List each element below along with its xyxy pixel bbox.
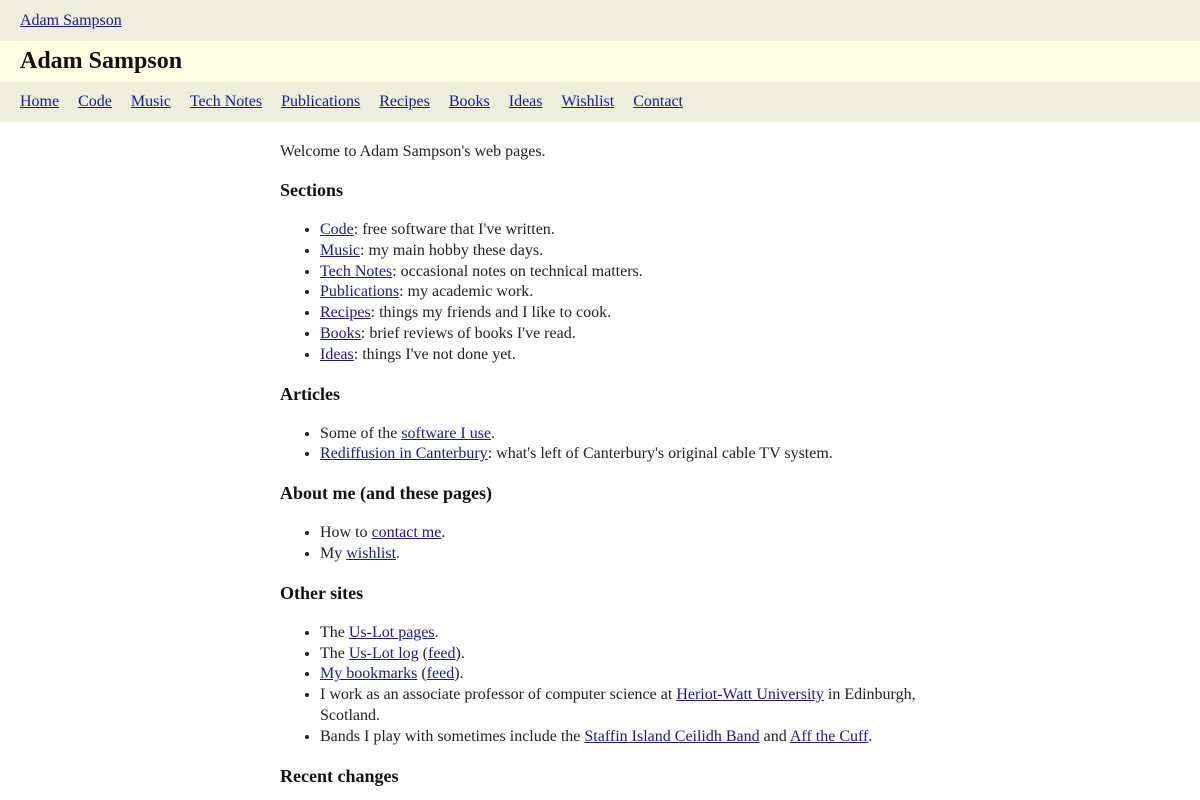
bookmarks-link[interactable]: My bookmarks (320, 665, 417, 682)
articles-heading: Articles (280, 383, 340, 404)
aff-the-cuff-link[interactable]: Aff the Cuff (790, 728, 869, 745)
main-content: Welcome to Adam Sampson's web pages. Sec… (280, 122, 930, 788)
section-link-books[interactable]: Books (320, 325, 361, 342)
contact-link[interactable]: contact me (372, 524, 442, 541)
heriot-watt-link[interactable]: Heriot-Watt University (676, 686, 824, 703)
item-text: Bands I play with sometimes include the (320, 727, 585, 745)
title-bar: Adam Sampson (0, 41, 1200, 82)
item-text: The (320, 623, 349, 641)
nav-wishlist[interactable]: Wishlist (562, 93, 615, 111)
other-sites-list: The Us-Lot pages. The Us-Lot log (feed).… (280, 623, 930, 748)
section-desc: : my main hobby these days. (360, 241, 544, 259)
list-item: How to contact me. (320, 523, 930, 544)
item-text: I work as an associate professor of comp… (320, 686, 677, 704)
list-item: Code: free software that I've written. (320, 220, 930, 241)
wishlist-link[interactable]: wishlist (346, 545, 396, 562)
item-text: and (759, 727, 790, 745)
item-text: . (491, 424, 496, 442)
section-link-tech-notes[interactable]: Tech Notes (320, 263, 392, 280)
section-link-publications[interactable]: Publications (320, 283, 399, 300)
sections-list: Code: free software that I've written. M… (280, 220, 930, 366)
sections-heading: Sections (280, 180, 343, 200)
item-text: My (320, 544, 347, 562)
nav-home[interactable]: Home (20, 93, 59, 111)
list-item: The Us-Lot log (feed). (320, 644, 930, 665)
nav-music[interactable]: Music (131, 93, 171, 111)
nav-bar: Home Code Music Tech Notes Publications … (0, 82, 1200, 122)
rediffusion-link[interactable]: Rediffusion in Canterbury (320, 445, 488, 462)
item-text: . (868, 727, 873, 745)
uslot-log-link[interactable]: Us-Lot log (349, 645, 419, 662)
list-item: My bookmarks (feed). (320, 664, 930, 685)
list-item: Tech Notes: occasional notes on technica… (320, 262, 930, 283)
top-bar: Adam Sampson (0, 0, 1200, 41)
item-text: ( (418, 644, 428, 662)
item-text: : what's left of Canterbury's original c… (487, 445, 833, 463)
staffin-band-link[interactable]: Staffin Island Ceilidh Band (584, 728, 759, 745)
articles-list: Some of the software I use. Rediffusion … (280, 424, 930, 466)
nav-tech-notes[interactable]: Tech Notes (190, 93, 262, 111)
nav-ideas[interactable]: Ideas (509, 93, 543, 111)
list-item: Recipes: things my friends and I like to… (320, 303, 930, 324)
item-text: Some of the (320, 424, 402, 442)
section-link-music[interactable]: Music (320, 242, 360, 259)
uslot-pages-link[interactable]: Us-Lot pages (349, 624, 435, 641)
item-text: ). (454, 665, 464, 683)
about-list: How to contact me. My wishlist. (280, 523, 930, 565)
site-home-link[interactable]: Adam Sampson (20, 12, 122, 30)
about-heading: About me (and these pages) (280, 483, 493, 504)
nav-contact[interactable]: Contact (633, 93, 683, 111)
recent-changes-heading: Recent changes (280, 765, 399, 786)
list-item: Rediffusion in Canterbury: what's left o… (320, 444, 930, 465)
nav-recipes[interactable]: Recipes (379, 93, 430, 111)
section-desc: : free software that I've written. (353, 221, 555, 238)
section-desc: : occasional notes on technical matters. (392, 262, 643, 280)
item-text: The (320, 644, 349, 662)
software-link[interactable]: software I use (401, 425, 491, 442)
item-text: ( (417, 665, 427, 683)
list-item: I work as an associate professor of comp… (320, 685, 930, 727)
bookmarks-feed-link[interactable]: feed (427, 665, 455, 682)
item-text: . (441, 524, 446, 542)
list-item: Bands I play with sometimes include the … (320, 727, 930, 748)
list-item: Music: my main hobby these days. (320, 241, 930, 262)
list-item: Books: brief reviews of books I've read. (320, 324, 930, 345)
list-item: Publications: my academic work. (320, 282, 930, 303)
nav-code[interactable]: Code (78, 93, 112, 111)
nav-books[interactable]: Books (449, 93, 490, 111)
item-text: . (396, 544, 401, 562)
other-sites-heading: Other sites (280, 582, 364, 603)
section-desc: : things I've not done yet. (353, 345, 516, 363)
section-desc: : things my friends and I like to cook. (370, 304, 612, 322)
section-desc: : brief reviews of books I've read. (360, 324, 576, 342)
section-link-recipes[interactable]: Recipes (320, 304, 371, 321)
item-text: ). (455, 644, 465, 662)
section-link-code[interactable]: Code (320, 221, 354, 238)
list-item: Some of the software I use. (320, 424, 930, 445)
section-link-ideas[interactable]: Ideas (320, 346, 354, 363)
page-title: Adam Sampson (20, 48, 183, 74)
intro-text: Welcome to Adam Sampson's web pages. (280, 143, 546, 160)
list-item: The Us-Lot pages. (320, 623, 930, 644)
list-item: Ideas: things I've not done yet. (320, 345, 930, 366)
item-text: How to (320, 524, 372, 542)
section-desc: : my academic work. (399, 283, 534, 301)
nav-publications[interactable]: Publications (281, 93, 360, 111)
list-item: My wishlist. (320, 544, 930, 565)
item-text: . (434, 623, 439, 641)
uslot-feed-link[interactable]: feed (428, 645, 456, 662)
